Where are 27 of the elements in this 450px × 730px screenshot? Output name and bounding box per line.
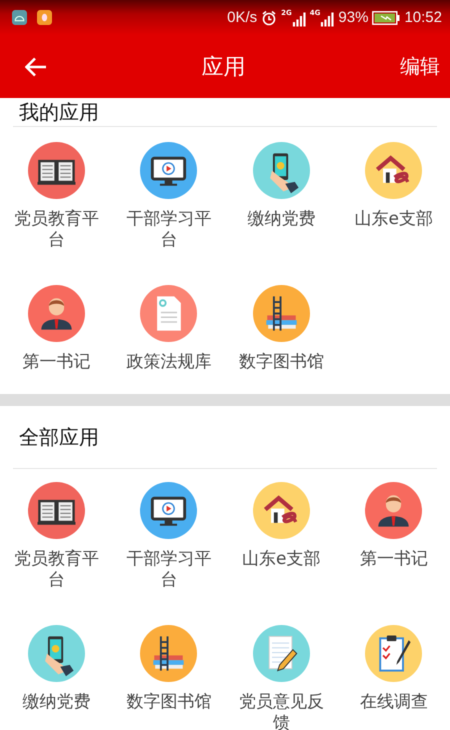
- page-title: 应用: [202, 54, 246, 82]
- notification-icon: [37, 10, 52, 25]
- app-button[interactable]: 缴纳党费: [0, 612, 112, 730]
- app-button[interactable]: 干部学习平台: [112, 127, 225, 253]
- app-button[interactable]: 第一书记: [0, 270, 112, 396]
- edit-button[interactable]: 编辑: [400, 49, 440, 84]
- alarm-icon: [261, 10, 278, 26]
- app-button[interactable]: 缴纳党费: [225, 127, 338, 253]
- battery-percent: 93%: [338, 9, 368, 26]
- app-button[interactable]: 第一书记: [338, 469, 450, 595]
- app-button[interactable]: 在线调查: [338, 612, 450, 730]
- section-title: 全部应用: [19, 424, 99, 450]
- network-speed: 0K/s: [227, 9, 258, 26]
- app-button[interactable]: 山东e支部: [225, 469, 338, 595]
- app-button[interactable]: 山东e支部: [338, 127, 450, 253]
- battery-icon: [372, 10, 400, 24]
- app-button[interactable]: 数字图书馆: [112, 612, 225, 730]
- back-icon[interactable]: [25, 56, 47, 76]
- signal-icon: [292, 12, 306, 26]
- clock: 10:52: [404, 9, 442, 26]
- app-button[interactable]: 政策法规库: [112, 270, 225, 396]
- app-button[interactable]: 党员教育平台: [0, 127, 112, 253]
- app-button[interactable]: 数字图书馆: [225, 270, 338, 396]
- section-title: 我的应用: [19, 100, 99, 124]
- signal-icon: [320, 12, 334, 26]
- app-button[interactable]: 干部学习平台: [112, 469, 225, 595]
- app-button[interactable]: 党员教育平台: [0, 469, 112, 595]
